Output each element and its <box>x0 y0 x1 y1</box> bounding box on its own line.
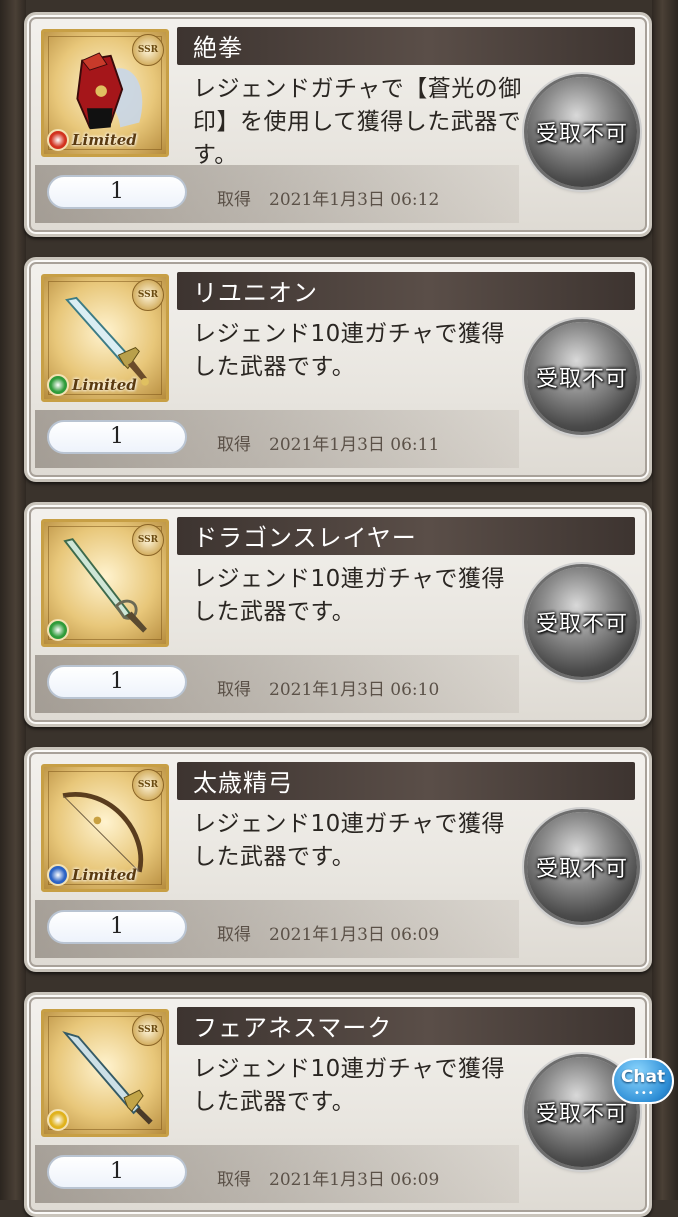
acquired-date: 2021年1月3日 06:12 <box>269 190 440 210</box>
item-description: レジェンド10連ガチャで獲得した武器です。 <box>193 321 506 380</box>
item-thumbnail[interactable]: SSR <box>41 1009 169 1137</box>
acquired-date: 2021年1月3日 06:09 <box>269 1170 440 1190</box>
acquired-date: 2021年1月3日 06:09 <box>269 925 440 945</box>
item-card: ドラゴンスレイヤー SSR レジェンド10連ガチャで獲得した武器です。 受取不可… <box>24 502 652 727</box>
limited-label: Limited <box>72 866 137 884</box>
claim-label: 受取不可 <box>535 857 628 882</box>
item-description: レジェンド10連ガチャで獲得した武器です。 <box>193 811 506 870</box>
water-element-icon <box>47 864 69 886</box>
rarity-badge: SSR <box>132 524 164 556</box>
claim-button[interactable]: 受取不可 <box>527 567 637 677</box>
fire-element-icon <box>47 129 69 151</box>
item-name: フェアネスマーク <box>193 1014 393 1042</box>
limited-label: Limited <box>72 131 137 149</box>
item-card: 太歳精弓 SSR Limited レジェンド10連ガチャで獲得した武器です。 受… <box>24 747 652 972</box>
acquired-date: 2021年1月3日 06:10 <box>269 680 440 700</box>
item-thumbnail[interactable]: SSR Limited <box>41 764 169 892</box>
rarity-badge: SSR <box>132 1014 164 1046</box>
quantity-badge: 1 <box>47 420 187 454</box>
acquired-date: 2021年1月3日 06:11 <box>269 435 440 455</box>
rarity-badge: SSR <box>132 279 164 311</box>
light-element-icon <box>47 1109 69 1131</box>
limited-label: Limited <box>72 376 137 394</box>
acquired-label: 取得 <box>217 680 251 700</box>
right-frame <box>652 0 678 1200</box>
acquired-label: 取得 <box>217 1170 251 1190</box>
rarity-badge: SSR <box>132 769 164 801</box>
claim-button[interactable]: 受取不可 <box>527 77 637 187</box>
item-name: 絶拳 <box>193 34 243 62</box>
item-name: ドラゴンスレイヤー <box>193 524 417 552</box>
quantity-badge: 1 <box>47 665 187 699</box>
quantity-badge: 1 <box>47 1155 187 1189</box>
claim-label: 受取不可 <box>535 367 628 392</box>
chat-button[interactable]: Chat ••• <box>612 1058 674 1110</box>
quantity-badge: 1 <box>47 910 187 944</box>
claim-label: 受取不可 <box>535 122 628 147</box>
quantity-badge: 1 <box>47 175 187 209</box>
item-description: レジェンドガチャで【蒼光の御印】を使用して獲得した武器です。 <box>193 76 522 168</box>
item-name: 太歳精弓 <box>193 769 293 797</box>
item-thumbnail[interactable]: SSR <box>41 519 169 647</box>
chat-dots-icon: ••• <box>634 1088 655 1099</box>
acquired-info: 取得 2021年1月3日 06:09 <box>217 1165 439 1190</box>
item-card: フェアネスマーク SSR レジェンド10連ガチャで獲得した武器です。 受取不可 … <box>24 992 652 1217</box>
item-description: レジェンド10連ガチャで獲得した武器です。 <box>193 1056 506 1115</box>
acquired-info: 取得 2021年1月3日 06:09 <box>217 920 439 945</box>
wind-element-icon <box>47 374 69 396</box>
acquired-label: 取得 <box>217 925 251 945</box>
claim-label: 受取不可 <box>535 612 628 637</box>
title-bar <box>177 27 635 65</box>
left-frame <box>0 0 26 1200</box>
item-card: リユニオン SSR Limited レジェンド10連ガチャで獲得した武器です。 … <box>24 257 652 482</box>
acquired-label: 取得 <box>217 190 251 210</box>
item-thumbnail[interactable]: SSR Limited <box>41 274 169 402</box>
item-name: リユニオン <box>193 279 318 307</box>
acquired-info: 取得 2021年1月3日 06:12 <box>217 185 439 210</box>
acquired-info: 取得 2021年1月3日 06:10 <box>217 675 439 700</box>
claim-button[interactable]: 受取不可 <box>527 812 637 922</box>
item-description: レジェンド10連ガチャで獲得した武器です。 <box>193 566 506 625</box>
claim-button[interactable]: 受取不可 <box>527 322 637 432</box>
rarity-badge: SSR <box>132 34 164 66</box>
wind-element-icon <box>47 619 69 641</box>
item-card: 絶拳 SSR Limited レジェンドガチャで【蒼光の御印】を使用して獲得した… <box>24 12 652 237</box>
item-thumbnail[interactable]: SSR Limited <box>41 29 169 157</box>
acquired-info: 取得 2021年1月3日 06:11 <box>217 430 439 455</box>
acquired-label: 取得 <box>217 435 251 455</box>
